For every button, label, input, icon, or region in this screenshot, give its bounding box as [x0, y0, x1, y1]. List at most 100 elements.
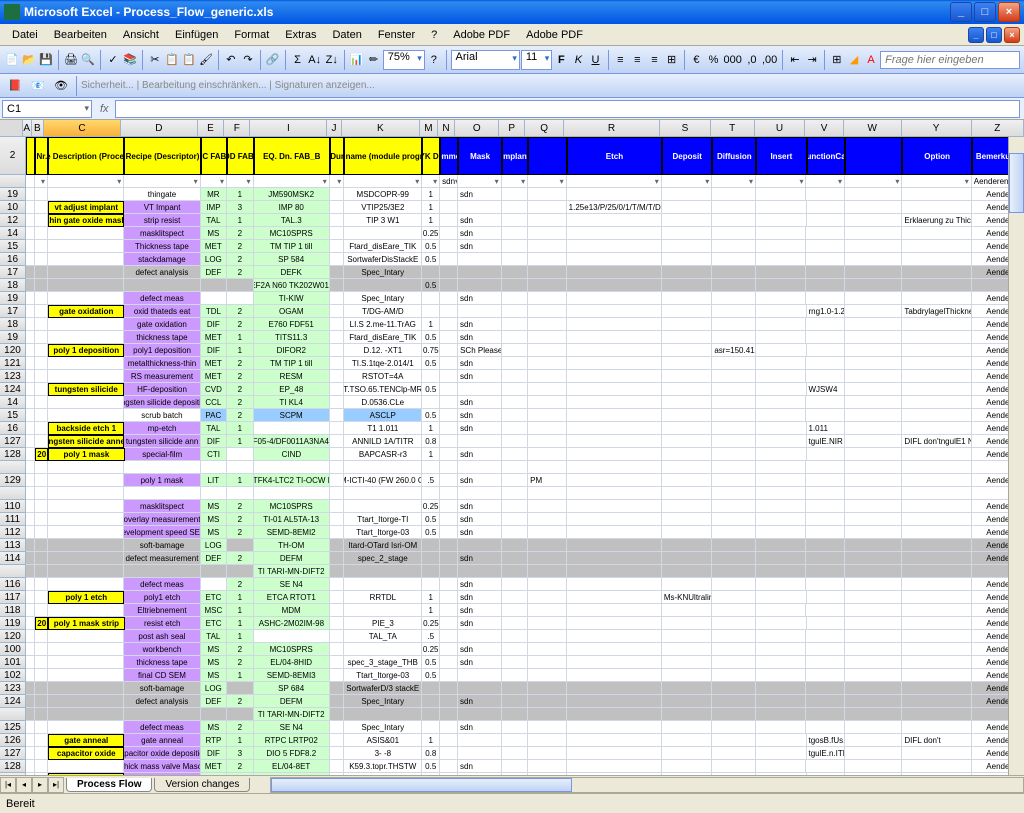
table-row[interactable]: 111 overlay measurement MS 2 TI-01 AL5TA… [0, 513, 1024, 526]
col-header[interactable]: M [420, 120, 438, 137]
table-row[interactable]: 128 20 poly 1 mask special-film CTI CIND… [0, 448, 1024, 461]
doc-minimize-button[interactable]: _ [968, 27, 984, 43]
name-box[interactable]: C1 [2, 100, 92, 118]
help-icon[interactable]: ? [426, 49, 442, 71]
col-header[interactable]: W [844, 120, 902, 137]
tab-nav-first[interactable]: |◂ [0, 777, 16, 793]
table-row[interactable]: 123 soft-bamage LOG SP 684 SortwaferD/3 … [0, 682, 1024, 695]
pdf-icon[interactable]: 📕 [4, 75, 26, 97]
col-header[interactable]: N [438, 120, 456, 137]
table-row[interactable]: 116 defect meas 2 SE N4 sdn Aenderen [0, 578, 1024, 591]
merge-icon[interactable]: ⊞ [664, 49, 680, 71]
table-row[interactable]: 14 masklitspect MS 2 MC10SPRS 0.25 sdn A… [0, 227, 1024, 240]
table-row[interactable]: 110 masklitspect MS 2 MC10SPRS 0.25 sdn … [0, 500, 1024, 513]
menu-daten[interactable]: Daten [324, 27, 369, 43]
table-row[interactable]: 120 poly 1 deposition poly1 deposition D… [0, 344, 1024, 357]
col-header[interactable]: O [455, 120, 499, 137]
col-header[interactable]: B [32, 120, 44, 137]
indent-inc-icon[interactable]: ⇥ [804, 49, 820, 71]
table-row[interactable]: 120 post ash seal TAL 1 TAL_TA .5 Aender… [0, 630, 1024, 643]
pdf-mail-icon[interactable]: 📧 [27, 75, 49, 97]
menu-ansicht[interactable]: Ansicht [115, 27, 167, 43]
col-header[interactable]: S [660, 120, 711, 137]
col-header[interactable]: P [499, 120, 525, 137]
italic-icon[interactable]: K [570, 49, 586, 71]
table-row[interactable]: 126 gate anneal gate anneal RTP 1 RTPC L… [0, 734, 1024, 747]
doc-restore-button[interactable]: □ [986, 27, 1002, 43]
zoom-combo[interactable]: 75% [383, 50, 425, 70]
ask-question-input[interactable] [880, 51, 1020, 69]
doc-close-button[interactable]: × [1004, 27, 1020, 43]
table-row[interactable]: 16 stackdamage LOG 2 SP 584 SortwaferDis… [0, 253, 1024, 266]
open-icon[interactable]: 📂 [21, 49, 37, 71]
fill-color-icon[interactable]: ◢ [846, 49, 862, 71]
col-header[interactable]: F [224, 120, 250, 137]
table-row[interactable]: 19 thickness tape MET 1 TITS11.3 Ftard_d… [0, 331, 1024, 344]
sheet-tab-active[interactable]: Process Flow [66, 778, 152, 792]
font-color-icon[interactable]: A [863, 49, 879, 71]
table-row[interactable]: 14 tungsten silicide deposition CCL 2 TI… [0, 396, 1024, 409]
horizontal-scrollbar[interactable] [270, 777, 1024, 793]
save-icon[interactable]: 💾 [38, 49, 54, 71]
table-row[interactable]: 121 metalthickness-thin MET 2 TM TIP 1 t… [0, 357, 1024, 370]
col-header[interactable]: D [121, 120, 198, 137]
maximize-button[interactable]: □ [974, 2, 996, 22]
table-row[interactable]: 19 defect meas TI-KIW Spec_Intary sdn Ae… [0, 292, 1024, 305]
redo-icon[interactable]: ↷ [240, 49, 256, 71]
format-painter-icon[interactable]: 🖌 [198, 49, 214, 71]
table-row[interactable]: 18 gate oxidation DIF 2 E760 FDF51 LI.S … [0, 318, 1024, 331]
new-icon[interactable]: 📄 [4, 49, 20, 71]
col-header[interactable]: R [564, 120, 660, 137]
menu-bearbeiten[interactable]: Bearbeiten [46, 27, 115, 43]
table-row[interactable]: TI TARI-MN-DIFT2 [0, 565, 1024, 578]
undo-icon[interactable]: ↶ [223, 49, 239, 71]
fx-icon[interactable]: fx [94, 103, 115, 115]
comma-icon[interactable]: 000 [723, 49, 743, 71]
table-row[interactable]: 17 defect analysis DEF 2 DEFK Spec_Intar… [0, 266, 1024, 279]
col-header[interactable]: E [198, 120, 224, 137]
drawing-icon[interactable]: ✏ [366, 49, 382, 71]
select-all-corner[interactable] [0, 120, 23, 137]
table-row[interactable]: 16 backside etch 1 mp-etch TAL 1 T1 1.01… [0, 422, 1024, 435]
menu-adobe-pdf-2[interactable]: Adobe PDF [518, 27, 591, 43]
preview-icon[interactable]: 🔍 [80, 49, 96, 71]
table-row[interactable]: 15 scrub batch PAC 2 SCPM ASCLP 0.5 sdn … [0, 409, 1024, 422]
table-row[interactable]: 127 tungsten silicide anneal tungsten si… [0, 435, 1024, 448]
link-icon[interactable]: 🔗 [265, 49, 281, 71]
close-button[interactable]: × [998, 2, 1020, 22]
research-icon[interactable]: 📚 [122, 49, 138, 71]
table-row[interactable]: 101 thickness tape MS 2 EL/04-8HID spec_… [0, 656, 1024, 669]
menu-datei[interactable]: Datei [4, 27, 46, 43]
chart-icon[interactable]: 📊 [349, 49, 365, 71]
col-header[interactable]: Y [902, 120, 972, 137]
fontsize-combo[interactable]: 11 [521, 50, 552, 70]
sort-desc-icon[interactable]: Z↓ [324, 49, 340, 71]
table-row[interactable]: 119 20 poly 1 mask strip resist etch ETC… [0, 617, 1024, 630]
table-row[interactable]: 127 capacitor oxide capacitor oxide depo… [0, 747, 1024, 760]
align-left-icon[interactable]: ≡ [612, 49, 628, 71]
menu-help[interactable]: ? [423, 27, 445, 43]
table-row[interactable]: 19 thingate MR 1 JM590MSK2 MSDCOPR-99 1 … [0, 188, 1024, 201]
sum-icon[interactable]: Σ [290, 49, 306, 71]
col-header[interactable]: J [327, 120, 341, 137]
increase-decimal-icon[interactable]: ,0 [744, 49, 760, 71]
table-row[interactable] [0, 487, 1024, 500]
menu-adobe-pdf[interactable]: Adobe PDF [445, 27, 518, 43]
decrease-decimal-icon[interactable]: ,00 [761, 49, 778, 71]
sort-asc-icon[interactable]: A↓ [307, 49, 323, 71]
table-row[interactable]: 15 Thickness tape MET 2 TM TIP 1 till Ft… [0, 240, 1024, 253]
tab-nav-next[interactable]: ▸ [32, 777, 48, 793]
col-header[interactable]: A [23, 120, 32, 137]
paste-icon[interactable]: 📋 [181, 49, 197, 71]
table-row[interactable]: 129 capacitor anneal oxid thated next FD… [0, 773, 1024, 775]
formula-input[interactable] [115, 100, 1020, 118]
table-row[interactable]: 10 vt adjust implant VT Impant IMP 3 IMP… [0, 201, 1024, 214]
align-center-icon[interactable]: ≡ [629, 49, 645, 71]
table-row[interactable]: 118 Eltriebnement MSC 1 MDM 1 sdn Aender… [0, 604, 1024, 617]
table-row[interactable]: 114 defect measurement DEF 2 DEFM spec_2… [0, 552, 1024, 565]
menu-einfuegen[interactable]: Einfügen [167, 27, 226, 43]
table-row[interactable]: 125 defect meas MS 2 SE N4 Spec_Intary s… [0, 721, 1024, 734]
table-row[interactable]: 117 poly 1 etch poly1 etch ETC 1 ETCA RT… [0, 591, 1024, 604]
table-row[interactable] [0, 461, 1024, 474]
sheet-tab[interactable]: Version changes [154, 778, 250, 792]
